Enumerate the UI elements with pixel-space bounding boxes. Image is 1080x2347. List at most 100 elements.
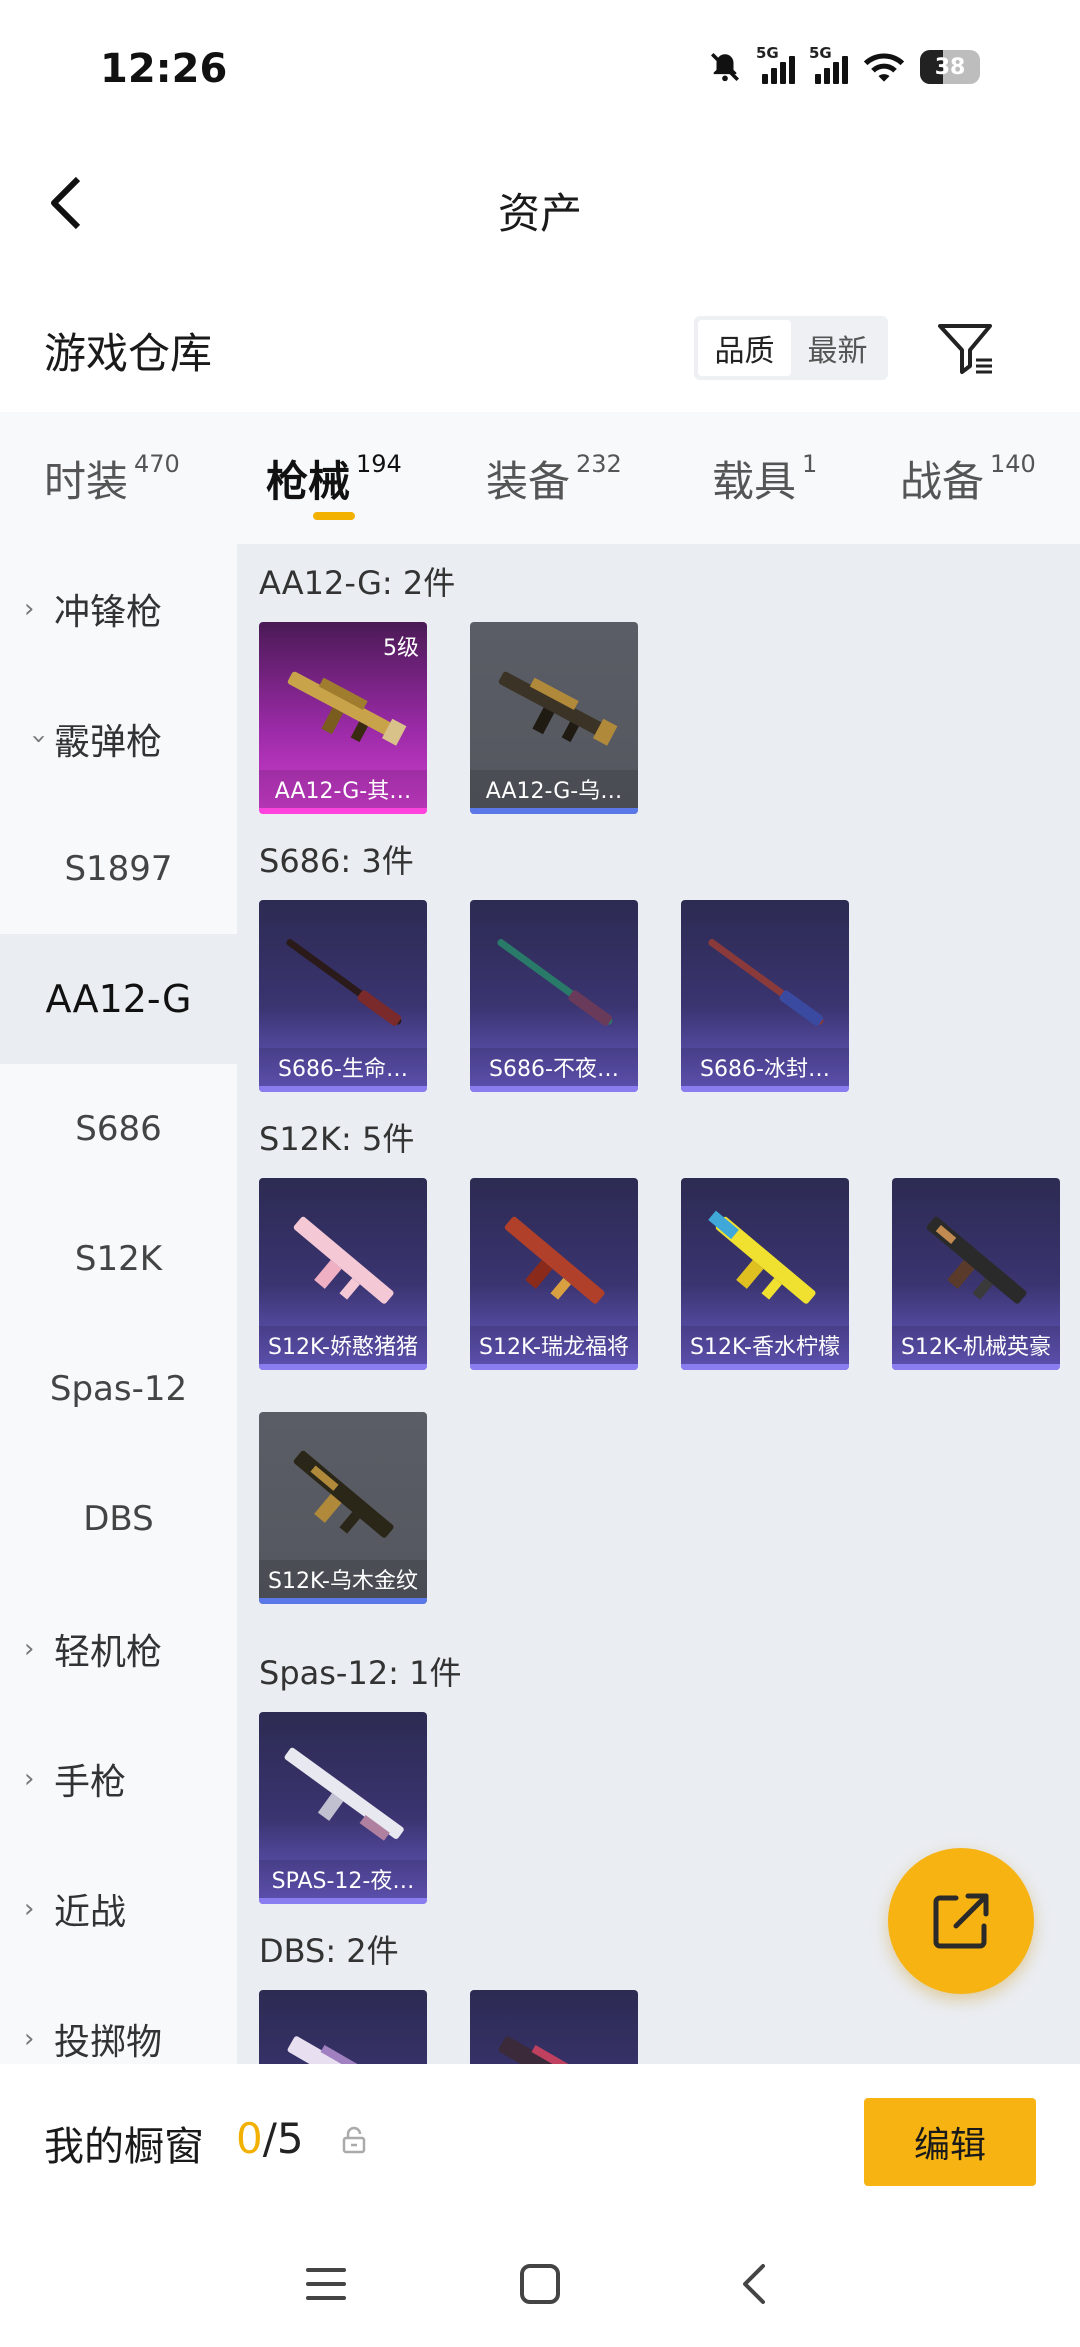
- category-melee[interactable]: › 近战: [0, 1844, 237, 1974]
- weapon-name: S12K-乌木金纹: [259, 1560, 427, 1598]
- tab-vehicles[interactable]: 载具 1: [712, 448, 817, 509]
- subcategory-s1897[interactable]: S1897: [0, 804, 237, 934]
- section-title: Spas-12: 1件: [259, 1654, 462, 1692]
- chevron-right-icon: ›: [24, 594, 35, 624]
- status-icons: 5G 5G 38: [708, 44, 980, 84]
- chevron-down-icon: ›: [24, 733, 54, 745]
- weapon-name: AA12-G-乌…: [470, 770, 638, 808]
- section-title: DBS: 2件: [259, 1932, 399, 1970]
- subcategory-spas12[interactable]: Spas-12: [0, 1324, 237, 1454]
- weapon-image: [287, 671, 407, 746]
- weapon-card[interactable]: S686-生命…: [259, 900, 427, 1092]
- status-time: 12:26: [100, 46, 228, 92]
- weapon-image: [497, 939, 613, 1026]
- weapon-image: [284, 1747, 404, 1841]
- tab-label: 战备: [900, 457, 985, 506]
- weapon-image: [293, 1216, 394, 1304]
- home-button[interactable]: [510, 2254, 570, 2314]
- weapon-name: S686-不夜…: [470, 1048, 638, 1086]
- weapon-image: [287, 2036, 399, 2064]
- weapon-image: [286, 939, 402, 1026]
- filter-button[interactable]: [934, 316, 998, 380]
- showcase-count: 0/5: [236, 2114, 304, 2163]
- showcase-total: /5: [262, 2114, 304, 2163]
- weapon-card[interactable]: S686-冰封…: [681, 900, 849, 1092]
- menu-button[interactable]: [296, 2254, 356, 2314]
- weapon-image: [708, 939, 824, 1026]
- tab-label: 枪械: [266, 457, 351, 506]
- filter-icon: [938, 324, 992, 374]
- tab-count: 1: [802, 450, 818, 478]
- tab-count: 470: [134, 450, 180, 478]
- weapon-card[interactable]: S12K-乌木金纹: [259, 1412, 427, 1604]
- home-icon: [520, 2264, 560, 2304]
- wifi-icon: [863, 53, 905, 82]
- share-icon: [933, 1893, 989, 1949]
- signal-5g-icon: 5G: [809, 44, 848, 84]
- showcase-bar: 我的橱窗 0/5 编辑: [0, 2064, 1080, 2224]
- page-title: 资产: [497, 189, 582, 238]
- weapon-card[interactable]: S12K-瑞龙福将: [470, 1178, 638, 1370]
- chevron-right-icon: ›: [24, 2024, 35, 2054]
- weapon-card[interactable]: S12K-香水柠檬: [681, 1178, 849, 1370]
- weapon-image: [708, 1210, 816, 1304]
- weapon-grid: AA12-G: 2件 5级 AA12-G-其… AA12-G-乌… S686: …: [237, 544, 1080, 2064]
- tab-label: 时装: [44, 457, 129, 506]
- category-pistol[interactable]: › 手枪: [0, 1714, 237, 1844]
- tab-supplies[interactable]: 战备 140: [900, 448, 1036, 509]
- sort-option-quality[interactable]: 品质: [698, 320, 791, 376]
- tab-equipment[interactable]: 装备 232: [486, 448, 622, 509]
- weapon-name: S686-生命…: [259, 1048, 427, 1086]
- share-button[interactable]: [888, 1848, 1034, 1994]
- weapon-card[interactable]: AA12-G-乌…: [470, 622, 638, 814]
- category-lmg[interactable]: › 轻机枪: [0, 1584, 237, 1714]
- weapon-card[interactable]: [259, 1990, 427, 2064]
- category-label: 霰弹枪: [54, 722, 163, 763]
- category-label: 近战: [54, 1892, 127, 1933]
- weapon-card[interactable]: S686-不夜…: [470, 900, 638, 1092]
- weapon-card[interactable]: [470, 1990, 638, 2064]
- weapon-image: [926, 1216, 1027, 1304]
- header: 资产: [0, 140, 1080, 270]
- tab-label: 载具: [712, 457, 797, 506]
- weapon-name: SPAS-12-夜…: [259, 1860, 427, 1898]
- weapon-card[interactable]: 5级 AA12-G-其…: [259, 622, 427, 814]
- showcase-title: 我的橱窗: [44, 2124, 204, 2170]
- active-tab-indicator: [313, 512, 355, 520]
- weapon-image: [498, 2036, 610, 2064]
- sort-option-newest[interactable]: 最新: [791, 320, 884, 376]
- tab-count: 194: [356, 450, 402, 478]
- warehouse-title: 游戏仓库: [44, 329, 213, 378]
- menu-icon: [306, 2268, 346, 2300]
- signal-5g-icon: 5G: [756, 44, 795, 84]
- category-shotgun[interactable]: › 霰弹枪: [0, 674, 237, 804]
- chevron-right-icon: ›: [24, 1634, 35, 1664]
- tab-count: 232: [576, 450, 622, 478]
- tab-firearms[interactable]: 枪械 194: [266, 448, 402, 509]
- sort-toggle: 品质 最新: [694, 316, 888, 380]
- category-label: 轻机枪: [54, 1632, 163, 1673]
- weapon-name: S12K-娇憨猪猪: [259, 1326, 427, 1364]
- category-label: 冲锋枪: [54, 592, 163, 633]
- subcategory-dbs[interactable]: DBS: [0, 1454, 237, 1584]
- chevron-right-icon: ›: [24, 1894, 35, 1924]
- nav-back-icon: [743, 2264, 765, 2304]
- nav-back-button[interactable]: [724, 2254, 784, 2314]
- weapon-image: [498, 671, 618, 746]
- tab-fashion[interactable]: 时装 470: [44, 448, 180, 509]
- weapon-image: [293, 1450, 394, 1538]
- edit-button[interactable]: 编辑: [864, 2098, 1036, 2186]
- showcase-current: 0: [236, 2114, 263, 2163]
- category-smg[interactable]: › 冲锋枪: [0, 544, 237, 674]
- weapon-card[interactable]: S12K-娇憨猪猪: [259, 1178, 427, 1370]
- weapon-card[interactable]: S12K-机械英豪: [892, 1178, 1060, 1370]
- status-bar: 12:26 5G 5G 38: [0, 0, 1080, 140]
- subcategory-s686[interactable]: S686: [0, 1064, 237, 1194]
- weapon-name: AA12-G-其…: [259, 770, 427, 808]
- weapon-name: S12K-机械英豪: [892, 1326, 1060, 1364]
- weapon-card[interactable]: SPAS-12-夜…: [259, 1712, 427, 1904]
- subcategory-aa12g[interactable]: AA12-G: [0, 934, 237, 1064]
- weapon-name: S686-冰封…: [681, 1048, 849, 1086]
- subcategory-s12k[interactable]: S12K: [0, 1194, 237, 1324]
- category-label: 手枪: [54, 1762, 127, 1803]
